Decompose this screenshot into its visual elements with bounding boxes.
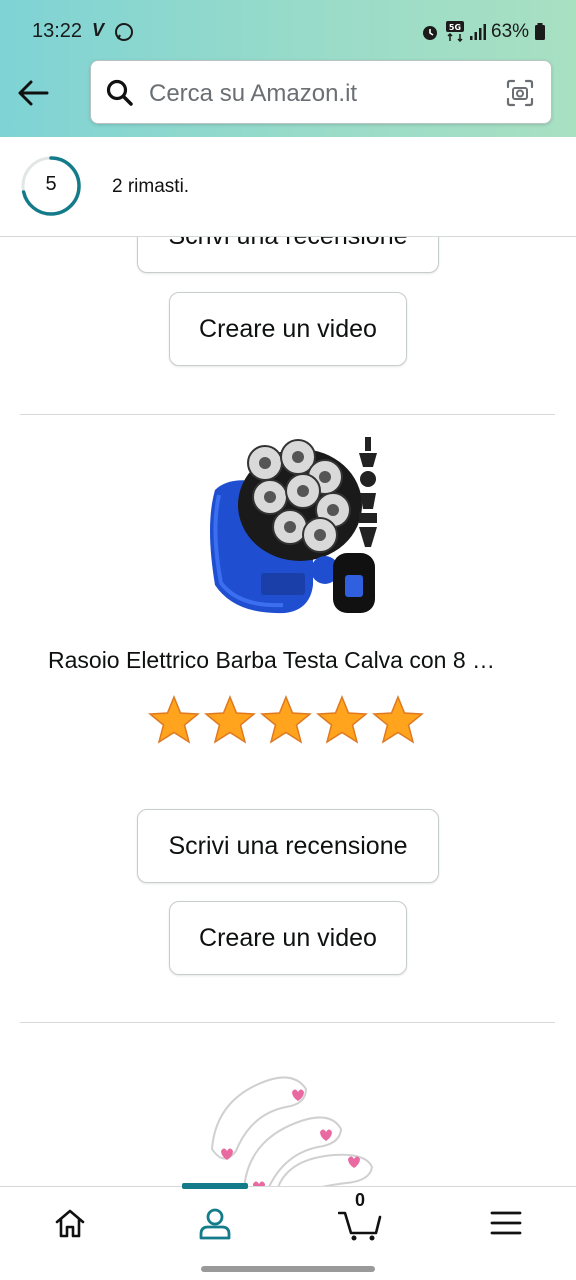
app-header: 13:22 V 5G 63% Cerca su Amazon.it [0,0,576,137]
menu-icon[interactable] [488,1205,524,1241]
bottom-navigation: 0 [0,1183,576,1258]
progress-count: 5 [45,173,57,195]
status-time: 13:22 [32,20,83,42]
signal-icon [470,24,486,40]
star-icon[interactable] [148,695,200,745]
battery-icon [535,23,545,40]
active-tab-indicator [182,1183,248,1189]
star-icon[interactable] [204,695,256,745]
product-image-eyebrow-stencils [210,1076,374,1186]
star-icon[interactable] [260,695,312,745]
create-video-button[interactable]: Creare un video [169,901,407,975]
review-progress-bar: 5 2 rimasti. [0,137,576,237]
search-bar[interactable]: Cerca su Amazon.it [90,60,552,124]
5g-network-icon: 5G [446,21,464,42]
search-icon [106,79,133,106]
camera-scan-icon[interactable] [505,78,535,108]
home-gesture-bar[interactable] [201,1266,375,1272]
product-image-shaver [210,437,377,614]
whatsapp-icon [115,23,133,41]
status-bar: 13:22 V 5G 63% [0,0,576,64]
write-review-button[interactable]: Scrivi una recensione [137,237,439,273]
product-title[interactable]: Rasoio Elettrico Barba Testa Calva con 8… [48,647,495,674]
home-icon[interactable] [52,1205,88,1241]
star-icon[interactable] [372,695,424,745]
search-input[interactable]: Cerca su Amazon.it [149,80,357,108]
create-video-button[interactable]: Creare un video [169,292,407,366]
alarm-icon [423,26,437,40]
svg-text:5G: 5G [449,23,461,32]
review-list: Scrivi una recensione Creare un video [0,237,576,1186]
star-rating[interactable] [148,695,428,745]
app-notification-icon: V [92,20,105,40]
account-icon[interactable] [197,1205,233,1241]
star-icon[interactable] [316,695,368,745]
divider [20,414,555,415]
remaining-text: 2 rimasti. [112,176,190,197]
back-arrow-icon[interactable] [16,76,50,110]
divider [20,1022,555,1023]
battery-percentage: 63% [491,21,530,42]
cart-count-badge: 0 [355,1190,366,1210]
write-review-button[interactable]: Scrivi una recensione [137,809,439,883]
